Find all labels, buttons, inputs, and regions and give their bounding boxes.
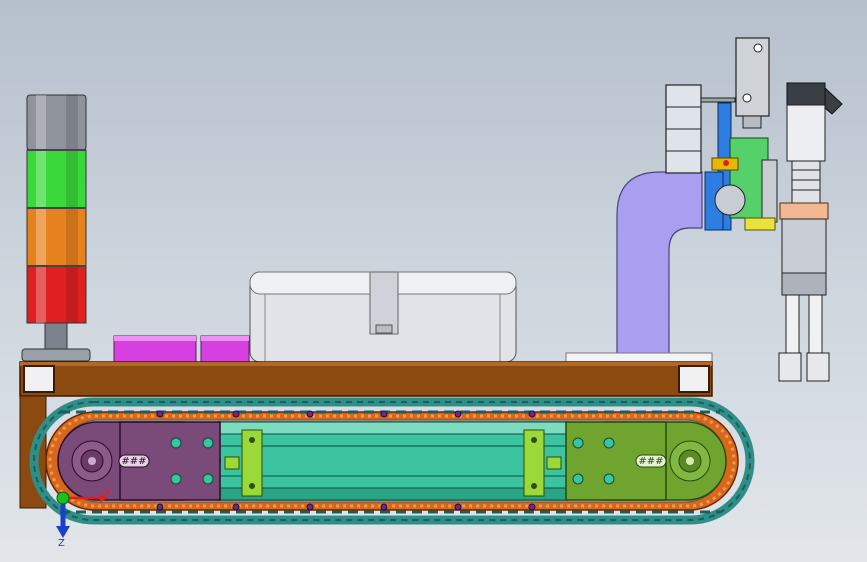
plate-label-left: ###: [121, 456, 146, 467]
gripper-finger-right: [808, 294, 823, 354]
gripper-finger-left: [785, 294, 800, 354]
frame-end-left: [23, 365, 55, 393]
side-plate-left: ###: [57, 421, 221, 501]
center-channel: [217, 421, 569, 501]
cad-viewport[interactable]: ### ### X Z: [0, 0, 867, 562]
y-axis-marker: [56, 491, 70, 505]
robot-drawing: ### ### X Z: [19, 37, 843, 549]
cover-box: [249, 271, 517, 363]
side-plate-right: ###: [565, 421, 727, 501]
signal-tower: [21, 94, 91, 362]
linear-actuator: [735, 37, 770, 117]
robot-column: [565, 171, 713, 363]
servo-motor-cap: [786, 82, 826, 106]
flange: [779, 202, 829, 220]
coupling: [791, 160, 821, 204]
magenta-blocks: [113, 335, 250, 363]
tower-pole: [44, 322, 68, 351]
servo-motor-body: [786, 104, 826, 162]
column-base-plate: [565, 352, 713, 363]
x-axis-label: X: [104, 487, 111, 498]
pivot-disk: [714, 184, 746, 216]
frame-end-right: [678, 365, 710, 393]
plate-label-right: ###: [638, 456, 663, 467]
gripper-body: [781, 218, 827, 274]
tower-base: [21, 348, 91, 362]
z-axis-label: Z: [58, 538, 65, 549]
